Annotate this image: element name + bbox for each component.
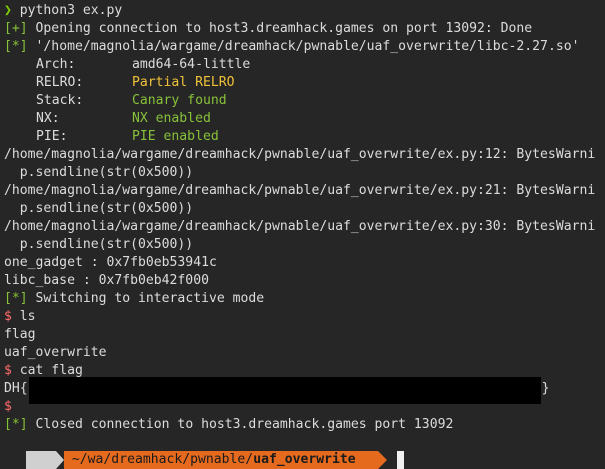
output-line-opening: [+] Opening connection to host3.dreamhac…: [4, 21, 533, 36]
segment-separator-icon: [56, 451, 64, 469]
checksec-relro: RELRO: Partial RELRO: [36, 75, 235, 90]
command-text: python3 ex.py: [11, 3, 123, 18]
checksec-pie: PIE: PIE enabled: [36, 129, 219, 144]
current-directory: uaf_overwrite: [253, 452, 356, 467]
flag-prefix: DH{: [4, 381, 28, 396]
warning-code-1: p.sendline(str(0x500)): [4, 165, 194, 180]
terminal-window[interactable]: ❯ python3 ex.py [+] Opening connection t…: [0, 0, 605, 469]
empty-prompt-line: $: [4, 399, 12, 414]
command-line: ❯ python3 ex.py: [4, 2, 122, 20]
checksec-stack: Stack: Canary found: [36, 93, 227, 108]
status-tag-info: [*]: [4, 39, 28, 54]
output-line-libc: [*] '/home/magnolia/wargame/dreamhack/pw…: [4, 39, 580, 54]
warning-code-2: p.sendline(str(0x500)): [4, 201, 194, 216]
flag-suffix: }: [541, 381, 550, 396]
warning-line-1: /home/magnolia/wargame/dreamhack/pwnable…: [4, 147, 596, 162]
ls-output-uaf: uaf_overwrite: [4, 345, 107, 360]
warning-line-2: /home/magnolia/wargame/dreamhack/pwnable…: [4, 183, 596, 198]
shell-ls-line: $ ls: [4, 309, 36, 324]
segment-separator-icon: [378, 451, 387, 469]
shell-prompt: $: [4, 363, 12, 378]
warning-code-3: p.sendline(str(0x500)): [4, 237, 194, 252]
libc-base-line: libc_base : 0x7fb0eb42f000: [4, 273, 209, 288]
checksec-arch: Arch: amd64-64-little: [36, 57, 251, 72]
status-tag-plus: [+]: [4, 21, 28, 36]
status-tag-info: [*]: [4, 291, 28, 306]
interactive-line: [*] Switching to interactive mode: [4, 291, 265, 306]
checksec-nx: NX: NX enabled: [36, 111, 211, 126]
text-cursor[interactable]: [397, 451, 404, 469]
status-tag-info: [*]: [4, 417, 28, 432]
os-segment: [26, 451, 56, 469]
warning-line-3: /home/magnolia/wargame/dreamhack/pwnable…: [4, 219, 596, 234]
path-segment: ~/wa/dreamhack/pwnable/uaf_overwrite: [64, 451, 378, 469]
closed-connection-line: [*] Closed connection to host3.dreamhack…: [4, 417, 454, 432]
prompt-chevron-icon: ❯: [4, 3, 12, 18]
shell-prompt: $: [4, 309, 12, 324]
redacted-flag-bar: [29, 377, 541, 404]
ls-output-flag: flag: [4, 327, 36, 342]
one-gadget-line: one_gadget : 0x7fb0eb53941c: [4, 255, 217, 270]
